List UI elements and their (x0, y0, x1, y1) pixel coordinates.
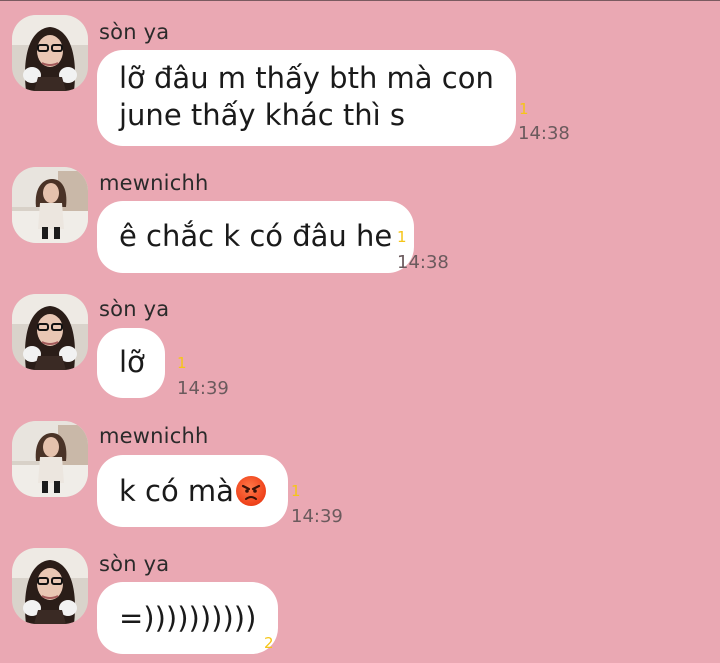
timestamp: 14:39 (177, 378, 229, 399)
read-count: 1 (397, 228, 407, 246)
read-count: 1 (519, 100, 529, 118)
timestamp: 14:39 (291, 506, 343, 527)
sender-name: sòn ya (99, 297, 170, 321)
avatar-photo (12, 15, 88, 91)
timestamp: 14:38 (518, 123, 570, 144)
read-count: 1 (177, 354, 187, 372)
read-count: 2 (264, 634, 274, 652)
message-bubble[interactable]: lỡ đâu m thấy bth mà con june thấy khác … (97, 50, 516, 146)
avatar[interactable] (12, 548, 88, 624)
avatar[interactable] (12, 167, 88, 243)
avatar-photo (12, 421, 88, 497)
message-bubble[interactable]: k có mà (97, 455, 288, 527)
sender-name: mewnichh (99, 171, 209, 195)
sender-name: mewnichh (99, 424, 209, 448)
timestamp: 14:38 (397, 252, 449, 273)
message-text: lỡ (119, 345, 145, 379)
avatar-photo (12, 548, 88, 624)
avatar-photo (12, 167, 88, 243)
top-divider (0, 0, 720, 1)
avatar[interactable] (12, 15, 88, 91)
message-text: k có mà (119, 474, 234, 508)
angry-face-icon (235, 476, 266, 506)
avatar[interactable] (12, 421, 88, 497)
message-bubble[interactable]: ê chắc k có đâu he (97, 201, 415, 273)
message-text-line: june thấy khác thì s (119, 98, 406, 132)
message-text-line: lỡ đâu m thấy bth mà con (119, 61, 494, 95)
sender-name: sòn ya (99, 552, 170, 576)
message-text: =)))))))))) (119, 601, 257, 635)
message-text: ê chắc k có đâu he (119, 219, 393, 253)
avatar-photo (12, 294, 88, 370)
avatar[interactable] (12, 294, 88, 370)
read-count: 1 (291, 482, 301, 500)
message-bubble[interactable]: =)))))))))) (97, 582, 279, 654)
sender-name: sòn ya (99, 20, 170, 44)
message-bubble[interactable]: lỡ (97, 328, 165, 398)
